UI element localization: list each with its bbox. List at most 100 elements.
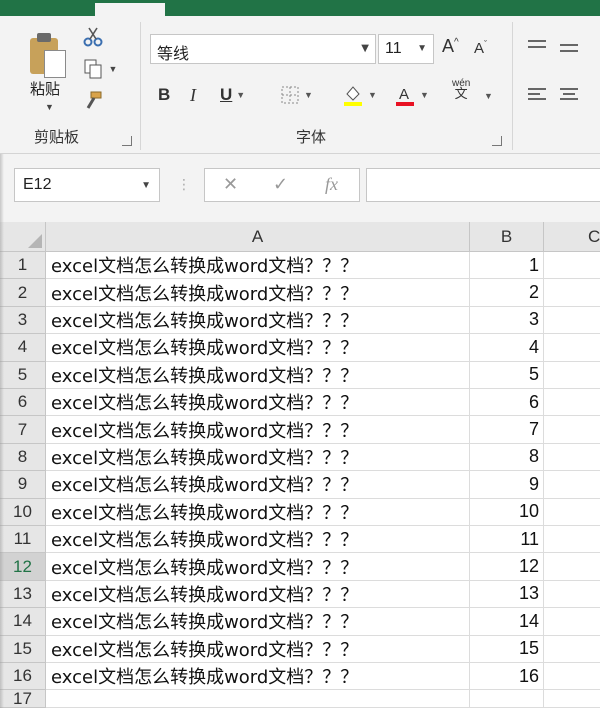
cell-b[interactable]: 14 — [470, 608, 544, 636]
cell-c[interactable] — [544, 499, 600, 526]
cell-a[interactable]: excel文档怎么转换成word文档？？？ — [46, 580, 470, 609]
cell-b[interactable]: 15 — [470, 635, 544, 663]
row-header[interactable]: 11 — [0, 526, 46, 554]
bold-button[interactable]: B — [158, 82, 170, 108]
row-header[interactable]: 6 — [0, 389, 46, 417]
borders-button[interactable]: ▼ — [280, 82, 313, 108]
cell-c[interactable] — [544, 444, 600, 472]
cell-b[interactable]: 3 — [470, 306, 544, 335]
cell-c[interactable] — [544, 252, 600, 280]
row-header[interactable]: 1 — [0, 252, 46, 280]
row-header[interactable]: 15 — [0, 635, 46, 663]
cell-b[interactable]: 11 — [470, 526, 544, 554]
cell-a[interactable]: excel文档怎么转换成word文档？？？ — [46, 306, 470, 335]
chevron-down-icon[interactable]: ▼ — [484, 91, 493, 101]
cell-a[interactable]: excel文档怎么转换成word文档？？？ — [46, 663, 470, 691]
enter-icon[interactable]: ✓ — [273, 174, 288, 195]
clipboard-launcher-icon[interactable] — [122, 136, 132, 146]
cell-c[interactable] — [544, 416, 600, 444]
cell-a[interactable]: excel文档怎么转换成word文档？？？ — [46, 334, 470, 362]
cell-b[interactable]: 9 — [470, 471, 544, 499]
fill-color-button[interactable]: ▼ — [342, 82, 377, 108]
cell-b[interactable]: 8 — [470, 443, 544, 472]
column-header-a[interactable]: A — [46, 222, 470, 252]
grow-font-button[interactable]: A^ — [442, 36, 459, 57]
cell-a[interactable]: excel文档怎么转换成word文档？？？ — [46, 526, 470, 554]
italic-button[interactable]: I — [190, 82, 196, 108]
cell-c[interactable] — [544, 553, 600, 581]
font-color-button[interactable]: A ▼ — [394, 82, 429, 108]
cell-c[interactable] — [544, 526, 600, 554]
cell-a[interactable]: excel文档怎么转换成word文档？？？ — [46, 416, 470, 444]
cell-b[interactable]: 7 — [470, 416, 544, 444]
column-header-c[interactable]: C — [544, 222, 600, 252]
insert-function-icon[interactable]: fx — [325, 174, 338, 195]
cell-c[interactable] — [544, 334, 600, 362]
active-ribbon-tab[interactable] — [95, 3, 165, 16]
row-header[interactable]: 10 — [0, 498, 46, 526]
cell-a[interactable]: excel文档怎么转换成word文档？？？ — [46, 389, 470, 417]
phonetic-guide-button[interactable]: wén 文 — [452, 78, 470, 104]
cell-a[interactable]: excel文档怎么转换成word文档？？？ — [46, 443, 470, 472]
cell-c[interactable] — [544, 663, 600, 691]
paste-label: 粘贴 — [30, 80, 61, 98]
cell-c[interactable] — [544, 690, 600, 708]
cell-a[interactable]: excel文档怎么转换成word文档？？？ — [46, 553, 470, 581]
cell-c[interactable] — [544, 471, 600, 499]
row-header[interactable]: 8 — [0, 443, 46, 472]
formula-bar-resize-handle[interactable]: ⋮ — [177, 176, 191, 193]
cut-icon[interactable] — [80, 26, 106, 48]
cell-c[interactable] — [544, 636, 600, 663]
cell-b[interactable]: 6 — [470, 389, 544, 417]
cancel-icon[interactable]: ✕ — [223, 174, 238, 195]
copy-dropdown-icon[interactable]: ▼ — [106, 58, 120, 80]
cell-a[interactable]: excel文档怎么转换成word文档？？？ — [46, 635, 470, 663]
cell-a[interactable]: excel文档怎么转换成word文档？？？ — [46, 361, 470, 389]
cell-c[interactable] — [544, 279, 600, 307]
cell-b[interactable]: 10 — [470, 498, 544, 526]
row-header[interactable]: 7 — [0, 416, 46, 444]
row-header[interactable]: 9 — [0, 471, 46, 499]
paste-dropdown-icon[interactable]: ▼ — [45, 102, 54, 112]
select-all-button[interactable] — [0, 222, 46, 252]
row-header[interactable]: 16 — [0, 663, 46, 691]
formula-input[interactable] — [366, 168, 600, 202]
title-bar — [0, 0, 600, 16]
cell-b[interactable]: 5 — [470, 361, 544, 389]
copy-icon[interactable] — [80, 58, 106, 80]
cell-b[interactable]: 13 — [470, 580, 544, 609]
cell-b[interactable] — [470, 690, 544, 708]
row-header[interactable]: 13 — [0, 580, 46, 609]
name-box[interactable]: E12 ▼ — [14, 168, 160, 202]
row-header[interactable]: 12 — [0, 553, 46, 581]
row-header[interactable]: 14 — [0, 608, 46, 636]
cell-a[interactable]: excel文档怎么转换成word文档？？？ — [46, 471, 470, 499]
column-header-b[interactable]: B — [470, 222, 544, 252]
row-header[interactable]: 4 — [0, 334, 46, 362]
row-header[interactable]: 5 — [0, 361, 46, 389]
cell-c[interactable] — [544, 362, 600, 389]
underline-button[interactable]: U ▼ — [220, 82, 245, 108]
cell-c[interactable] — [544, 389, 600, 417]
cell-b[interactable]: 12 — [470, 553, 544, 581]
row-header[interactable]: 2 — [0, 279, 46, 307]
cell-b[interactable]: 4 — [470, 334, 544, 362]
cell-c[interactable] — [544, 581, 600, 609]
font-name-select[interactable]: 等线 ▼ — [150, 34, 376, 64]
cell-a[interactable]: excel文档怎么转换成word文档？？？ — [46, 608, 470, 636]
cell-a[interactable]: excel文档怎么转换成word文档？？？ — [46, 252, 470, 280]
shrink-font-button[interactable]: Aˇ — [474, 39, 487, 57]
font-size-select[interactable]: 11 ▼ — [378, 34, 434, 64]
font-launcher-icon[interactable] — [492, 136, 502, 146]
cell-c[interactable] — [544, 608, 600, 636]
row-header[interactable]: 17 — [0, 689, 46, 708]
cell-a[interactable]: excel文档怎么转换成word文档？？？ — [46, 279, 470, 307]
cell-c[interactable] — [544, 307, 600, 335]
cell-a[interactable] — [46, 690, 470, 708]
cell-b[interactable]: 1 — [470, 252, 544, 280]
format-painter-icon[interactable] — [80, 90, 106, 112]
cell-a[interactable]: excel文档怎么转换成word文档？？？ — [46, 498, 470, 526]
cell-b[interactable]: 2 — [470, 279, 544, 307]
row-header[interactable]: 3 — [0, 306, 46, 335]
cell-b[interactable]: 16 — [470, 663, 544, 691]
